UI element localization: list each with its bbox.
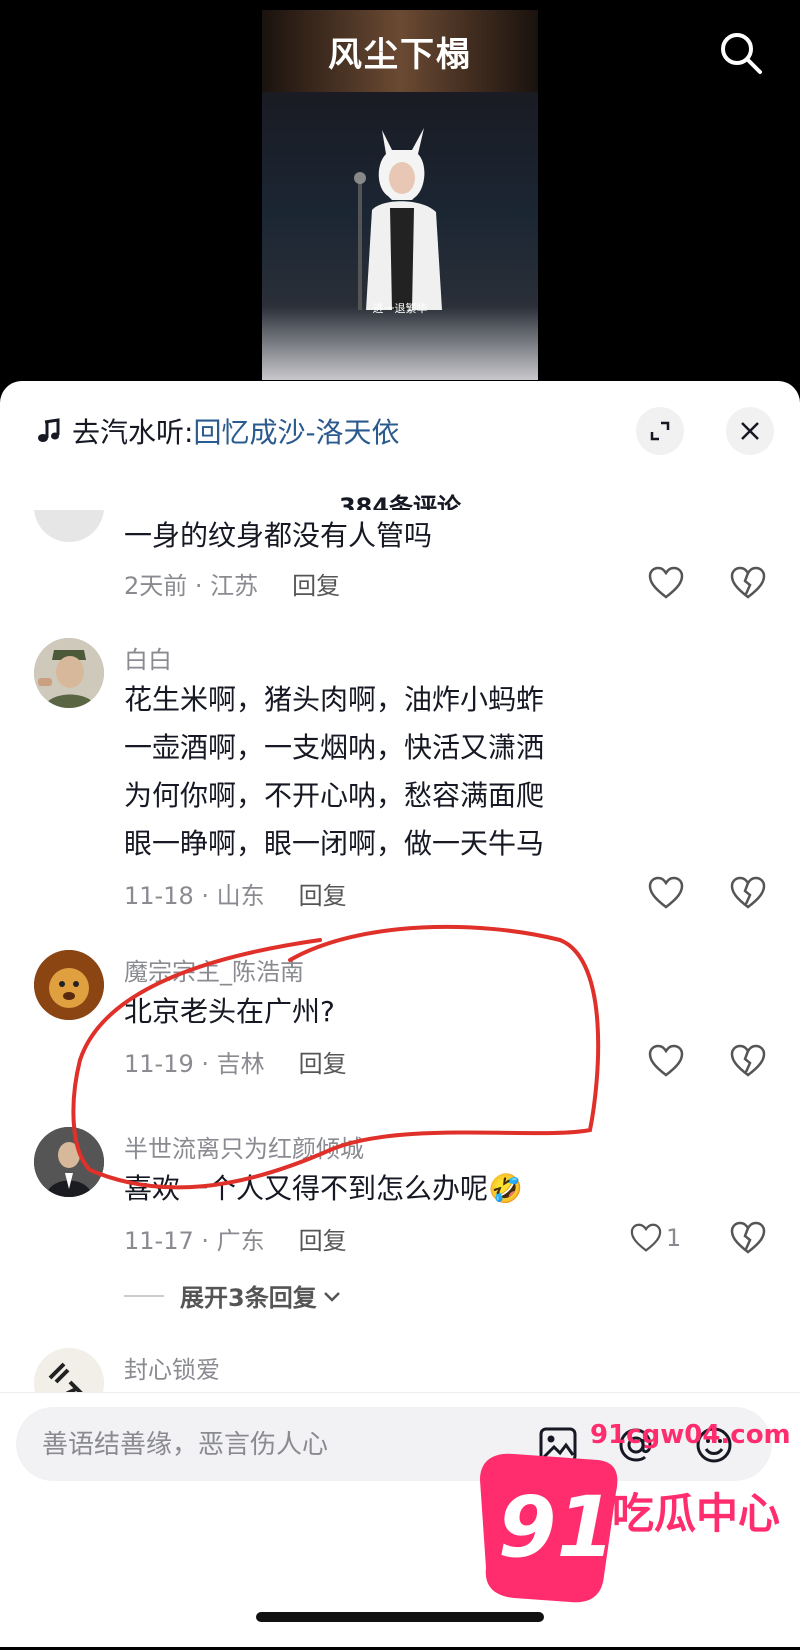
like-count: 1	[666, 1224, 682, 1252]
poster-title: 风尘下榻	[262, 10, 538, 92]
close-button[interactable]	[726, 407, 774, 455]
like-icon[interactable]	[648, 566, 684, 600]
expand-replies-label: 展开3条回复	[180, 1284, 317, 1312]
close-icon	[741, 422, 759, 440]
search-icon[interactable]	[716, 28, 766, 78]
emoji-icon[interactable]	[694, 1425, 734, 1465]
comment-list: 一身的纹身都没有人管吗 2天前 · 江苏 回复 白白 花生米啊，猪头肉啊，油炸小…	[0, 510, 800, 1392]
like-icon[interactable]	[648, 1044, 684, 1078]
reply-button[interactable]: 回复	[299, 1044, 347, 1079]
comment-meta: 11-18 · 山东 回复	[124, 876, 347, 911]
comment-meta: 11-19 · 吉林 回复	[124, 1044, 347, 1079]
comment-date: 11-19 · 吉林	[124, 1050, 265, 1078]
avatar-image	[34, 950, 104, 1020]
home-indicator	[256, 1612, 544, 1622]
chevron-down-icon	[323, 1291, 340, 1302]
avatar-image	[34, 1348, 104, 1392]
video-player[interactable]: 风尘下榻 进一退繁华	[0, 0, 800, 390]
comment-meta: 11-17 · 广东 回复	[124, 1221, 347, 1256]
comment-date: 11-17 · 广东	[124, 1227, 265, 1255]
divider	[124, 1294, 164, 1297]
avatar-image	[34, 1127, 104, 1197]
music-song-link[interactable]: 回忆成沙-洛天依	[193, 411, 399, 451]
comment-text: 北京老头在广州?	[124, 995, 335, 1028]
comment-text: 一身的纹身都没有人管吗	[124, 519, 433, 552]
music-prefix: 去汽水听:	[72, 416, 194, 449]
comment-username[interactable]: 半世流离只为红颜倾城	[124, 1129, 364, 1164]
comment-username[interactable]: 封心锁爱	[124, 1350, 220, 1385]
image-icon[interactable]	[538, 1425, 578, 1465]
video-poster: 风尘下榻 进一退繁华	[262, 10, 538, 380]
comment-date: 11-18 · 山东	[124, 882, 265, 910]
music-link-row[interactable]: 去汽水听: 回忆成沙-洛天依	[36, 411, 400, 451]
comment-username[interactable]: 白白	[124, 640, 172, 675]
mention-icon[interactable]	[616, 1425, 656, 1465]
comment-text: 花生米啊，猪头肉啊，油炸小蚂蚱 一壶酒啊，一支烟呐，快活又潇洒 为何你啊，不开心…	[124, 683, 545, 860]
expand-replies-button[interactable]: 展开3条回复	[124, 1278, 343, 1313]
reply-button[interactable]: 回复	[299, 1221, 347, 1256]
expand-icon	[650, 421, 670, 441]
expand-button[interactable]	[636, 407, 684, 455]
avatar[interactable]	[34, 510, 104, 542]
dislike-icon[interactable]	[730, 566, 766, 600]
reply-button[interactable]: 回复	[299, 876, 347, 911]
singer-image	[354, 128, 442, 310]
comment-input[interactable]	[40, 1407, 504, 1483]
comment-meta: 2天前 · 江苏 回复	[124, 566, 340, 601]
comment-input-container[interactable]	[16, 1407, 772, 1483]
avatar[interactable]	[34, 638, 104, 708]
music-note-icon	[38, 418, 60, 442]
comment-date: 2天前 · 江苏	[124, 572, 259, 600]
reply-button[interactable]: 回复	[292, 566, 340, 601]
avatar[interactable]	[34, 1127, 104, 1197]
like-button[interactable]: 1	[630, 1221, 690, 1255]
like-icon[interactable]	[648, 876, 684, 910]
dislike-icon[interactable]	[730, 1221, 766, 1255]
comment-input-bar	[0, 1392, 800, 1647]
dislike-icon[interactable]	[730, 1044, 766, 1078]
avatar[interactable]	[34, 1348, 104, 1392]
comment-text: 喜欢一个人又得不到怎么办呢🤣	[124, 1172, 523, 1205]
avatar-image	[34, 638, 104, 708]
dislike-icon[interactable]	[730, 876, 766, 910]
comment-username[interactable]: 魔宗宗主_陈浩南	[124, 952, 304, 987]
like-icon	[630, 1223, 662, 1252]
poster-caption: 进一退繁华	[372, 302, 428, 315]
avatar[interactable]	[34, 950, 104, 1020]
